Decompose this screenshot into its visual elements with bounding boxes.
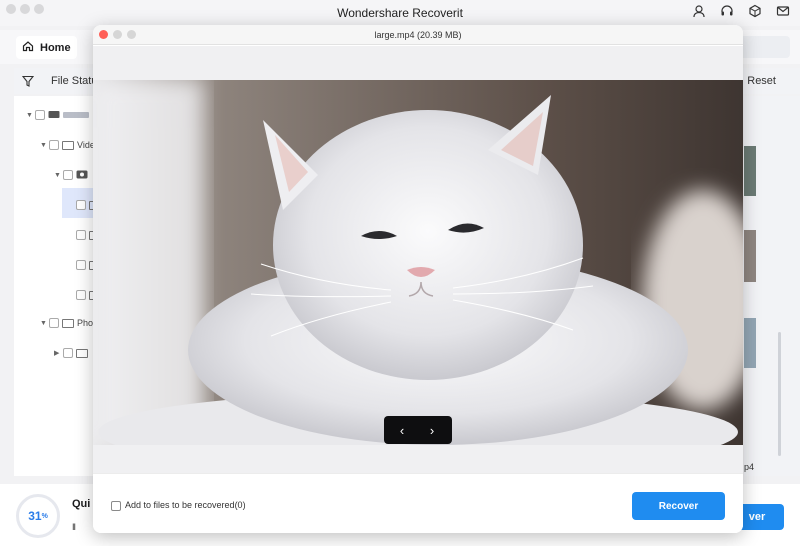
tree-checkbox[interactable] — [63, 348, 73, 358]
mail-icon[interactable] — [776, 4, 790, 18]
video-frame[interactable] — [93, 80, 743, 445]
tree-item-label: Pho — [77, 318, 94, 328]
expand-icon[interactable]: ▼ — [54, 172, 61, 179]
file-status-filter[interactable]: File Statu — [51, 75, 97, 87]
drive-label-blur — [63, 110, 89, 120]
preview-titlebar: large.mp4 (20.39 MB) — [93, 25, 743, 45]
tree-item-video[interactable]: ▼ Vide — [40, 137, 95, 153]
tree-checkbox[interactable] — [76, 230, 86, 240]
recover-button-label: Recover — [658, 500, 699, 512]
expand-icon[interactable]: ▼ — [26, 112, 33, 119]
thumbnail-filename: p4 — [744, 462, 755, 472]
progress-value: 31 — [28, 509, 42, 523]
video-nav-controls: ‹ › — [384, 416, 452, 444]
tree-checkbox[interactable] — [63, 170, 73, 180]
scrollbar[interactable] — [778, 332, 781, 456]
user-icon[interactable] — [692, 4, 706, 18]
tree-item-drive[interactable]: ▼ — [26, 107, 89, 123]
app-title: Wondershare Recoverit — [337, 6, 463, 20]
video-still-image — [93, 80, 743, 445]
tree-item-camera[interactable]: ▼ — [54, 167, 88, 183]
previous-chevron-icon[interactable]: ‹ — [392, 420, 412, 440]
drive-icon — [48, 110, 60, 121]
quick-scan-label: Qui — [72, 498, 91, 510]
thumbnail-pane: p4 — [744, 96, 800, 476]
camera-icon — [76, 169, 88, 181]
folder-icon — [62, 140, 74, 150]
progress-unit: % — [41, 512, 48, 520]
home-button[interactable]: Home — [16, 36, 77, 59]
scan-progress-ring: 31% — [16, 494, 60, 538]
add-to-recover-checkbox[interactable] — [111, 501, 121, 511]
file-tree: ▼ ▼ Vide ▼ ▼ Pho ▶ — [14, 96, 108, 476]
tree-checkbox[interactable] — [76, 200, 86, 210]
tree-item-subfolder[interactable]: ▶ — [54, 345, 88, 361]
expand-icon[interactable]: ▶ — [54, 349, 60, 357]
headset-icon[interactable] — [720, 4, 734, 18]
expand-icon[interactable]: ▼ — [40, 320, 47, 327]
folder-icon — [76, 348, 88, 358]
preview-footer: Add to files to be recovered(0) Recover — [93, 473, 743, 533]
expand-icon[interactable]: ▼ — [40, 142, 47, 149]
main-recover-label: ver — [748, 511, 766, 523]
top-icons — [692, 4, 790, 18]
app-titlebar: Wondershare Recoverit — [0, 0, 800, 26]
tree-checkbox[interactable] — [49, 140, 59, 150]
next-chevron-icon[interactable]: › — [422, 420, 442, 440]
tree-checkbox[interactable] — [49, 318, 59, 328]
thumbnail[interactable] — [744, 146, 756, 196]
filter-icon[interactable] — [21, 74, 35, 92]
home-icon — [22, 40, 34, 55]
tree-checkbox[interactable] — [35, 110, 45, 120]
tree-checkbox[interactable] — [76, 290, 86, 300]
recover-button[interactable]: Recover — [632, 492, 725, 520]
pause-icon[interactable]: II — [72, 522, 76, 532]
preview-title: large.mp4 (20.39 MB) — [374, 30, 462, 40]
folder-icon — [62, 318, 74, 328]
thumbnail[interactable] — [744, 318, 756, 368]
home-label: Home — [40, 41, 71, 54]
tree-checkbox[interactable] — [76, 260, 86, 270]
thumbnail[interactable] — [744, 230, 756, 282]
reset-button[interactable]: Reset — [747, 75, 776, 87]
cube-icon[interactable] — [748, 4, 762, 18]
tree-item-photo[interactable]: ▼ Pho — [40, 315, 93, 331]
preview-dialog: large.mp4 (20.39 MB) ‹ › Add to files to… — [93, 25, 743, 533]
add-to-recover-label: Add to files to be recovered(0) — [125, 500, 246, 510]
